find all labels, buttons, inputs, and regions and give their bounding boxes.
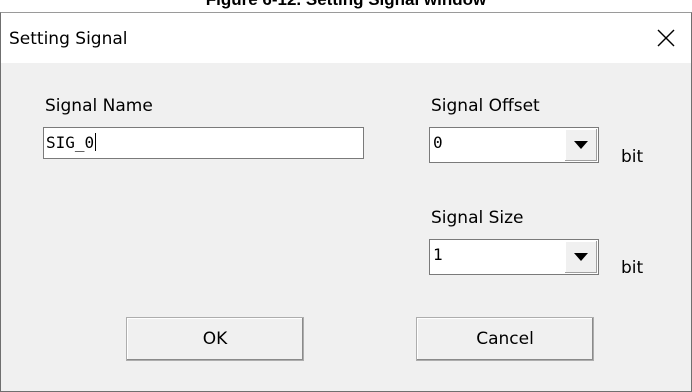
signal-offset-unit: bit [621,147,644,167]
text-caret [95,133,97,151]
ok-button[interactable]: OK [126,317,304,361]
signal-size-dropdown-button[interactable] [564,241,597,273]
signal-name-label: Signal Name [45,96,153,116]
title-bar: Setting Signal [1,13,691,63]
close-button[interactable] [641,13,691,63]
signal-offset-select[interactable]: 0 [429,127,599,163]
signal-offset-value: 0 [433,133,443,152]
window-title: Setting Signal [9,29,128,49]
close-icon [657,29,675,47]
signal-size-label: Signal Size [431,208,524,228]
signal-size-value: 1 [433,245,443,264]
signal-offset-label: Signal Offset [431,96,540,116]
setting-signal-dialog: Setting Signal Signal Name SIG_0 Signal … [0,12,692,392]
figure-caption: Figure 6-12. Setting Signal window [0,0,692,11]
chevron-down-icon [574,253,588,261]
cancel-button[interactable]: Cancel [416,317,594,361]
signal-name-input[interactable]: SIG_0 [43,127,364,159]
signal-size-select[interactable]: 1 [429,239,599,275]
signal-name-value: SIG_0 [46,133,95,152]
chevron-down-icon [574,141,588,149]
signal-size-unit: bit [621,258,644,278]
signal-offset-dropdown-button[interactable] [564,129,597,161]
